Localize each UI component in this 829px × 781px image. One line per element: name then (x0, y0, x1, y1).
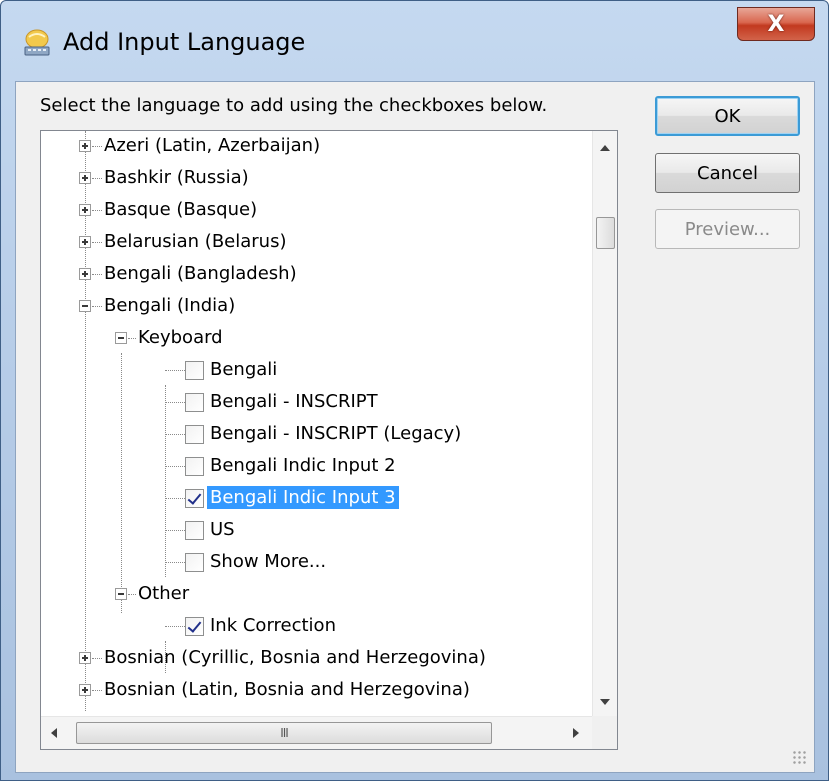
expand-plus-icon[interactable] (79, 236, 91, 248)
dialog-window: Add Input Language X Select the language… (0, 0, 829, 781)
language-globe-icon (24, 29, 50, 56)
tree-item-label: Bosnian (Latin, Bosnia and Herzegovina) (104, 679, 470, 700)
tree-item-label: Bengali (Bangladesh) (104, 263, 297, 284)
tree-item-label: US (210, 519, 235, 540)
expand-plus-icon[interactable] (79, 684, 91, 696)
preview-button[interactable]: Preview... (655, 209, 800, 249)
tree-item-label: Bengali (210, 359, 278, 380)
tree-item-label: Belarusian (Belarus) (104, 231, 287, 252)
close-icon: X (767, 11, 785, 37)
tree-item-label: Bengali Indic Input 2 (210, 455, 396, 476)
tree-item-label: Bengali - INSCRIPT (210, 391, 378, 412)
tree-item-label: Azeri (Latin, Azerbaijan) (104, 135, 321, 156)
scroll-up-arrow-icon[interactable] (600, 145, 610, 151)
ok-button[interactable]: OK (655, 96, 800, 136)
other-checkbox-checked[interactable] (185, 617, 204, 636)
collapse-minus-icon[interactable] (115, 588, 127, 600)
tree-content: Azeri (Latin, Azerbaijan) Bashkir (Russi… (41, 131, 591, 716)
keyboard-checkbox[interactable] (185, 425, 204, 444)
scroll-down-arrow-icon[interactable] (600, 699, 610, 705)
tree-item-label: Bashkir (Russia) (104, 167, 249, 188)
tree-item-label: Basque (Basque) (104, 199, 258, 220)
tree-connector-line (165, 385, 166, 577)
keyboard-checkbox[interactable] (185, 393, 204, 412)
window-title: Add Input Language (63, 28, 306, 56)
language-tree-view[interactable]: Azeri (Latin, Azerbaijan) Bashkir (Russi… (40, 130, 618, 750)
cancel-button[interactable]: Cancel (655, 153, 800, 193)
expand-plus-icon[interactable] (79, 204, 91, 216)
expand-plus-icon[interactable] (79, 140, 91, 152)
keyboard-checkbox-checked[interactable] (185, 489, 204, 508)
collapse-minus-icon[interactable] (115, 332, 127, 344)
keyboard-checkbox[interactable] (185, 553, 204, 572)
tree-item-label: Ink Correction (210, 615, 336, 636)
vertical-scrollbar[interactable] (592, 131, 617, 716)
scroll-right-arrow-icon[interactable] (573, 728, 579, 738)
scroll-grip-icon: III (280, 726, 289, 740)
resize-grip-icon[interactable] (792, 750, 808, 766)
vertical-scroll-thumb[interactable] (596, 217, 615, 249)
tree-item-label: Show More... (210, 551, 327, 572)
tree-connector-line (85, 131, 86, 711)
collapse-minus-icon[interactable] (79, 300, 91, 312)
horizontal-scroll-thumb[interactable]: III (76, 722, 492, 744)
tree-item-label: Bosnian (Cyrillic, Bosnia and Herzegovin… (104, 647, 486, 668)
tree-item-label: Bengali Indic Input 3 (207, 486, 399, 509)
keyboard-checkbox[interactable] (185, 521, 204, 540)
tree-connector-line (121, 353, 122, 613)
keyboard-checkbox[interactable] (185, 457, 204, 476)
keyboard-checkbox[interactable] (185, 361, 204, 380)
dialog-client-area: Select the language to add using the che… (15, 81, 815, 773)
expand-plus-icon[interactable] (79, 268, 91, 280)
close-button[interactable]: X (737, 7, 815, 41)
tree-group-label: Other (138, 583, 190, 604)
tree-group-label: Keyboard (138, 327, 223, 348)
horizontal-scrollbar[interactable]: III (41, 716, 592, 749)
instruction-text: Select the language to add using the che… (40, 95, 548, 116)
scrollbar-corner (592, 716, 617, 749)
expand-plus-icon[interactable] (79, 172, 91, 184)
tree-item-label: Bengali - INSCRIPT (Legacy) (210, 423, 462, 444)
tree-item-label: Bengali (India) (104, 295, 236, 316)
scroll-left-arrow-icon[interactable] (51, 728, 57, 738)
expand-plus-icon[interactable] (79, 652, 91, 664)
title-bar[interactable]: Add Input Language X (1, 1, 828, 81)
